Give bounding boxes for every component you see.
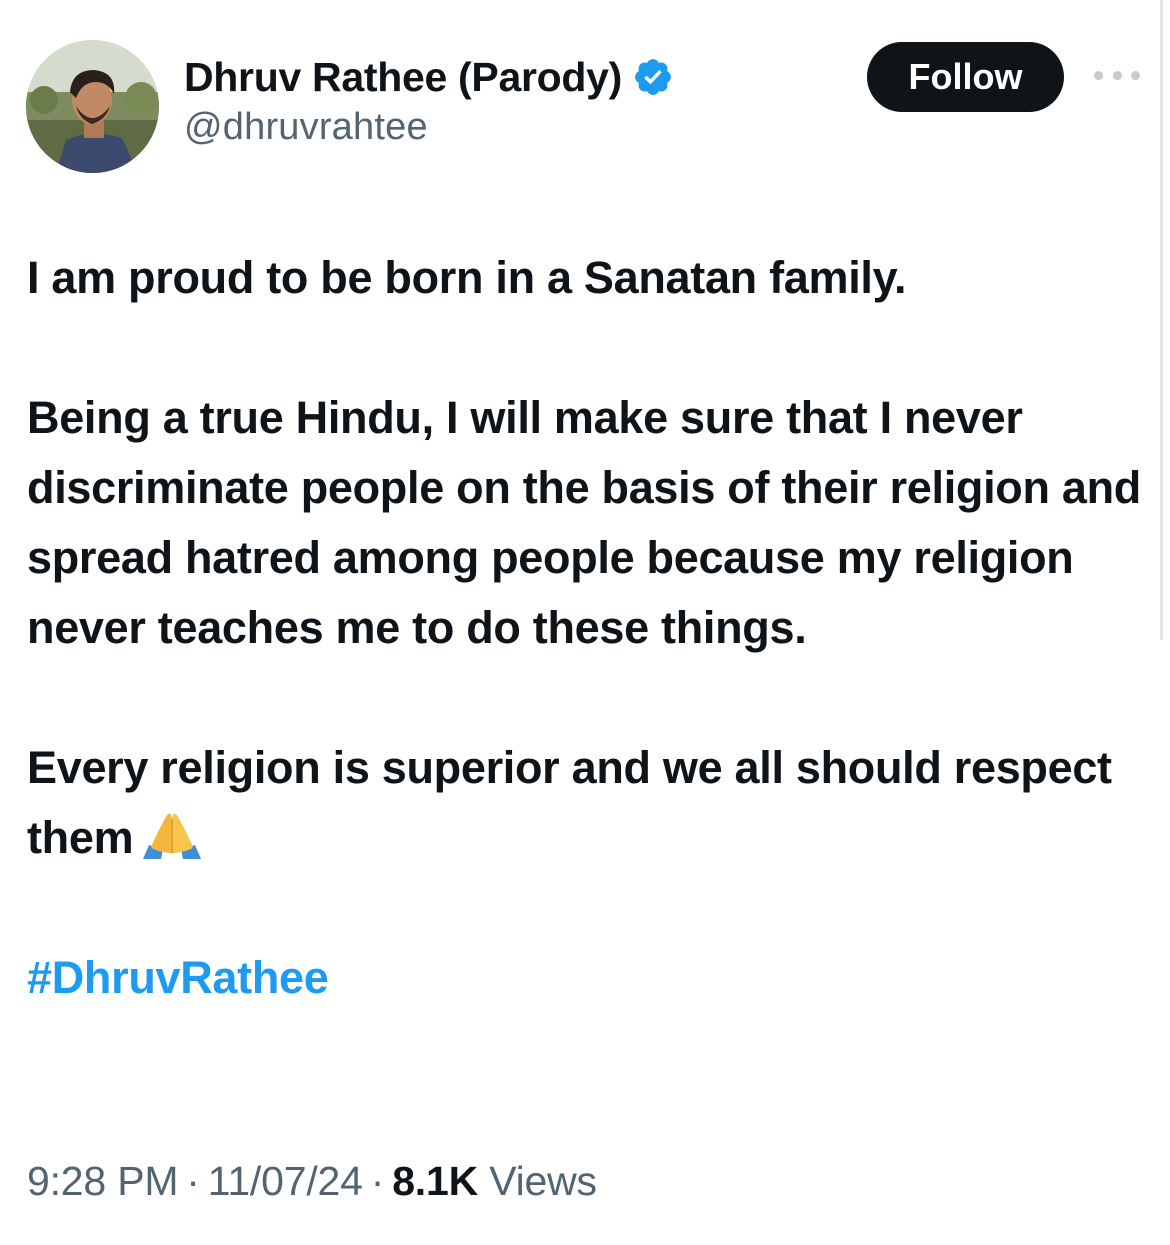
tweet-text: I am proud to be born in a Sanatan famil… xyxy=(27,243,1152,1013)
tweet-header: Dhruv Rathee (Parody) @dhruvrahtee Follo… xyxy=(26,38,1146,178)
follow-button[interactable]: Follow xyxy=(867,42,1064,112)
views-label: Views xyxy=(489,1158,597,1204)
scroll-edge xyxy=(1160,0,1163,640)
hashtag-link[interactable]: #DhruvRathee xyxy=(27,952,329,1003)
user-handle[interactable]: @dhruvrahtee xyxy=(184,106,674,149)
views-count[interactable]: 8.1K xyxy=(392,1158,478,1204)
name-row: Dhruv Rathee (Parody) xyxy=(184,52,674,102)
display-name[interactable]: Dhruv Rathee (Parody) xyxy=(184,54,622,101)
tweet-paragraph-2: Being a true Hindu, I will make sure tha… xyxy=(27,392,1141,653)
more-options-icon[interactable] xyxy=(1094,62,1140,88)
tweet-time[interactable]: 9:28 PM xyxy=(27,1158,178,1204)
more-dot xyxy=(1094,70,1103,80)
avatar-image xyxy=(26,40,159,173)
verified-badge-icon xyxy=(632,56,674,98)
tweet-paragraph-1: I am proud to be born in a Sanatan famil… xyxy=(27,252,907,303)
tweet-date[interactable]: 11/07/24 xyxy=(208,1158,363,1204)
more-dot xyxy=(1112,70,1122,80)
folded-hands-icon xyxy=(139,809,205,859)
tweet-meta: 9:28 PM · 11/07/24 · 8.1K Views xyxy=(27,1158,597,1205)
tweet-paragraph-3-wrapper: Every religion is superior and we all sh… xyxy=(27,733,1152,873)
meta-separator: · xyxy=(186,1158,200,1204)
meta-separator: · xyxy=(370,1158,385,1204)
user-info: Dhruv Rathee (Parody) @dhruvrahtee xyxy=(184,52,674,149)
more-dot xyxy=(1131,70,1140,80)
hashtag-row: #DhruvRathee xyxy=(27,943,1152,1013)
avatar[interactable] xyxy=(26,40,159,173)
